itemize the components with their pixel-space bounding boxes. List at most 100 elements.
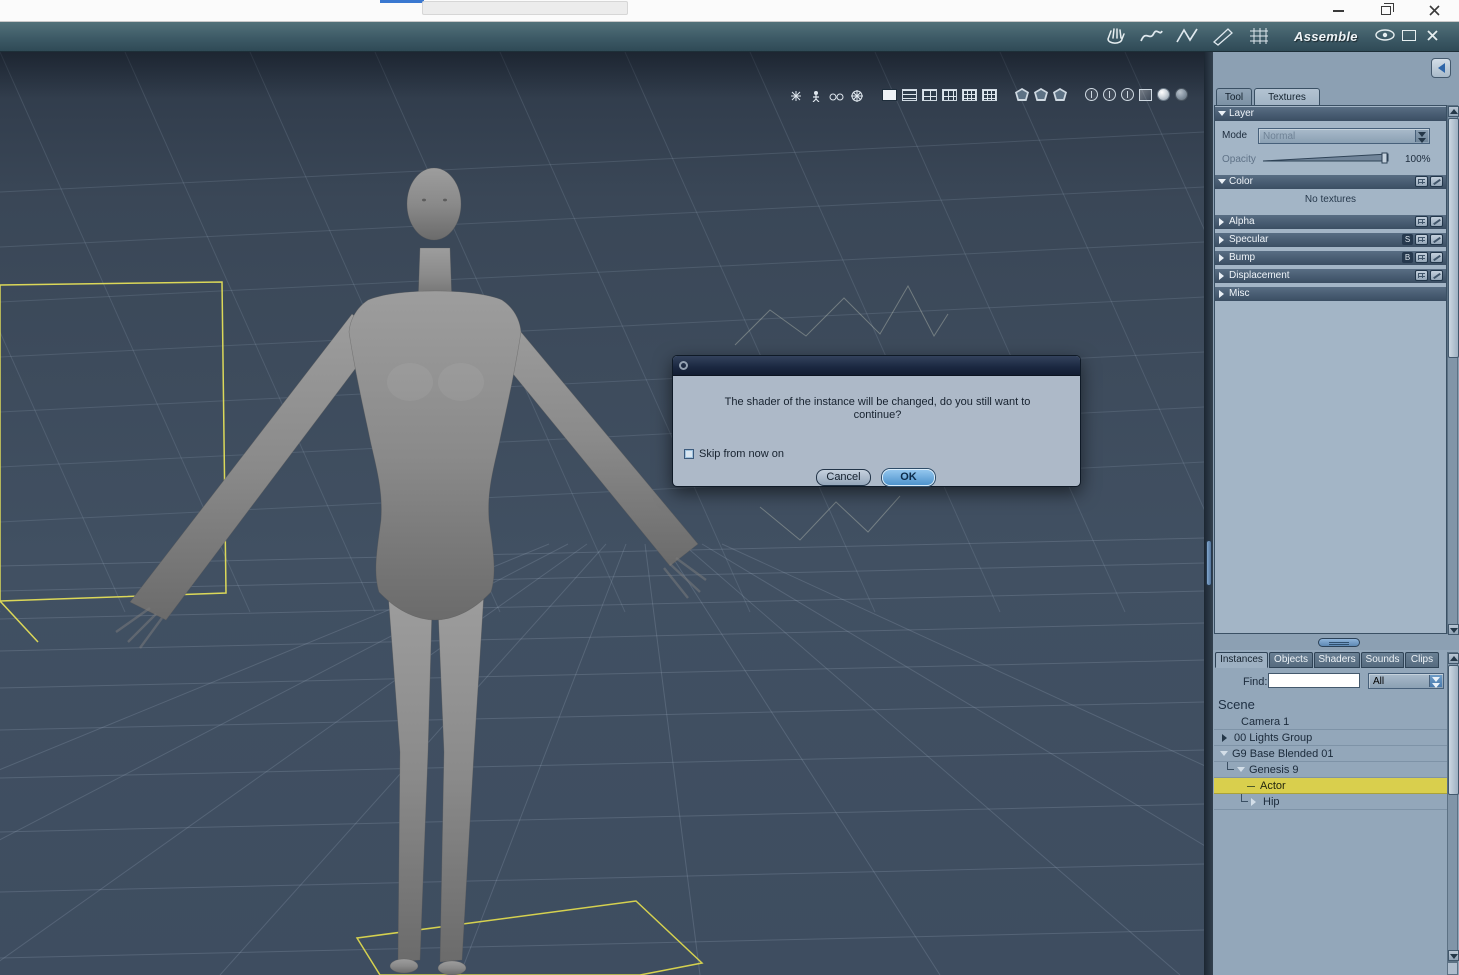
opacity-label: Opacity <box>1222 154 1256 165</box>
texture-menu-icon[interactable] <box>1415 216 1428 227</box>
shield-grid-icon[interactable] <box>1015 88 1029 101</box>
tree-row-g9-base[interactable]: G9 Base Blended 01 <box>1214 746 1447 762</box>
texture-options-icon[interactable] <box>1430 176 1443 187</box>
textures-scrollbar[interactable] <box>1447 105 1459 635</box>
close-room-icon[interactable] <box>1426 29 1454 51</box>
scroll-down-button[interactable] <box>1448 624 1459 635</box>
float-window-icon[interactable] <box>1402 30 1416 41</box>
layout-grid-dense-icon[interactable] <box>982 88 997 101</box>
cancel-button[interactable]: Cancel <box>816 469 871 486</box>
scroll-up-button[interactable] <box>1448 106 1459 117</box>
color-section-header[interactable]: Color <box>1215 175 1446 189</box>
pen-tool-icon[interactable] <box>1210 26 1238 48</box>
scrollbar-thumb[interactable] <box>1448 665 1459 795</box>
bump-section-header[interactable]: Bump B <box>1215 251 1446 265</box>
cube-view-icon[interactable] <box>1139 88 1152 101</box>
texture-options-icon[interactable] <box>1430 234 1443 245</box>
window-minimize-button[interactable] <box>1322 1 1354 20</box>
expand-arrow-icon[interactable] <box>1222 734 1227 742</box>
specular-section-header[interactable]: Specular S <box>1215 233 1446 247</box>
window-restore-button[interactable] <box>1370 1 1402 20</box>
tree-row-genesis9[interactable]: Genesis 9 <box>1214 762 1447 778</box>
scene-canvas <box>0 52 1204 975</box>
layer-section-header[interactable]: Layer <box>1215 107 1446 121</box>
circle-cube-icon[interactable] <box>1121 88 1134 101</box>
tree-connector <box>1227 762 1234 770</box>
mode-label: Mode <box>1222 130 1248 141</box>
scroll-up-button[interactable] <box>1448 653 1459 664</box>
texture-options-icon[interactable] <box>1430 252 1443 263</box>
dialog-knob-icon <box>679 361 688 370</box>
window-close-button[interactable] <box>1418 1 1450 20</box>
tree-row-camera[interactable]: Camera 1 <box>1214 714 1447 730</box>
tree-item-label: Genesis 9 <box>1249 764 1299 776</box>
sphere-smooth-icon[interactable] <box>1157 88 1170 101</box>
hand-tool-icon[interactable] <box>1102 26 1130 48</box>
find-input[interactable] <box>1268 673 1360 688</box>
visibility-eye-icon[interactable] <box>1374 28 1402 50</box>
tab-tool[interactable]: Tool <box>1216 88 1252 106</box>
alpha-section-header[interactable]: Alpha <box>1215 215 1446 229</box>
dialog-titlebar[interactable] <box>673 356 1080 376</box>
tab-shaders[interactable]: Shaders <box>1314 652 1360 668</box>
tab-instances[interactable]: Instances <box>1215 652 1268 668</box>
layout-single-icon[interactable] <box>882 88 897 101</box>
background-tab-accent <box>380 0 424 3</box>
texture-menu-icon[interactable] <box>1415 270 1428 281</box>
mode-select[interactable]: Normal <box>1258 128 1430 144</box>
displacement-section-header[interactable]: Displacement <box>1215 269 1446 283</box>
skip-checkbox[interactable] <box>684 449 694 459</box>
texture-menu-icon[interactable] <box>1415 252 1428 263</box>
tab-objects-label: Objects <box>1274 654 1308 665</box>
tab-objects[interactable]: Objects <box>1269 652 1313 668</box>
find-label: Find: <box>1243 676 1268 688</box>
collapse-arrow-icon[interactable] <box>1237 767 1245 772</box>
collapse-arrow-icon[interactable] <box>1220 751 1228 756</box>
no-textures-note: No textures <box>1304 194 1357 205</box>
spline-tool-icon[interactable] <box>1174 26 1202 48</box>
tab-textures[interactable]: Textures <box>1254 88 1320 106</box>
tree-row-actor[interactable]: Actor <box>1214 778 1447 794</box>
scene-scrollbar[interactable] <box>1447 652 1459 962</box>
mode-value: Normal <box>1263 131 1296 142</box>
tab-clips-label: Clips <box>1410 654 1434 665</box>
tree-row-hip[interactable]: Hip <box>1214 794 1447 810</box>
texture-menu-icon[interactable] <box>1415 234 1428 245</box>
misc-section-header[interactable]: Misc <box>1215 287 1446 301</box>
tree-item-label: 00 Lights Group <box>1234 732 1313 744</box>
sparkle-icon[interactable] <box>789 89 804 101</box>
expand-arrow-icon[interactable] <box>1251 798 1256 806</box>
dialog-message: The shader of the instance will be chang… <box>703 396 1052 422</box>
mesh-tool-icon[interactable] <box>1246 26 1274 48</box>
shield-cross-icon[interactable] <box>1034 88 1048 101</box>
sphere-flat-icon[interactable] <box>1175 88 1188 101</box>
layout-grid-3x3-icon[interactable] <box>962 88 977 101</box>
tab-clips[interactable]: Clips <box>1405 652 1439 668</box>
morph-tool-icon[interactable] <box>1138 26 1166 48</box>
viewport-3d[interactable] <box>0 52 1205 975</box>
panel-collapse-button[interactable] <box>1431 58 1451 78</box>
texture-options-icon[interactable] <box>1430 270 1443 281</box>
layout-grid-3x2-icon[interactable] <box>942 88 957 101</box>
scroll-down-button[interactable] <box>1448 950 1459 961</box>
circle-compass-icon[interactable] <box>1085 88 1098 101</box>
binoculars-icon[interactable] <box>829 89 844 101</box>
ok-button[interactable]: OK <box>882 469 935 486</box>
tab-sounds[interactable]: Sounds <box>1361 652 1404 668</box>
layout-grid-2x2-icon[interactable] <box>922 88 937 101</box>
texture-options-icon[interactable] <box>1430 216 1443 227</box>
displacement-section-label: Displacement <box>1229 270 1290 281</box>
shield-dot-icon[interactable] <box>1053 88 1067 101</box>
texture-menu-icon[interactable] <box>1415 176 1428 187</box>
panel-divider <box>1205 52 1213 975</box>
figure-icon[interactable] <box>809 89 824 102</box>
snowflake-gizmo-icon[interactable] <box>849 89 864 102</box>
opacity-slider[interactable] <box>1261 151 1393 165</box>
find-filter-select[interactable]: All <box>1368 673 1444 689</box>
splitter-handle[interactable] <box>1318 638 1360 647</box>
tree-row-lights-group[interactable]: 00 Lights Group <box>1214 730 1447 746</box>
scrollbar-thumb[interactable] <box>1448 118 1459 358</box>
circle-wire-icon[interactable] <box>1103 88 1116 101</box>
layout-rows-icon[interactable] <box>902 88 917 101</box>
divider-handle[interactable] <box>1206 540 1212 586</box>
